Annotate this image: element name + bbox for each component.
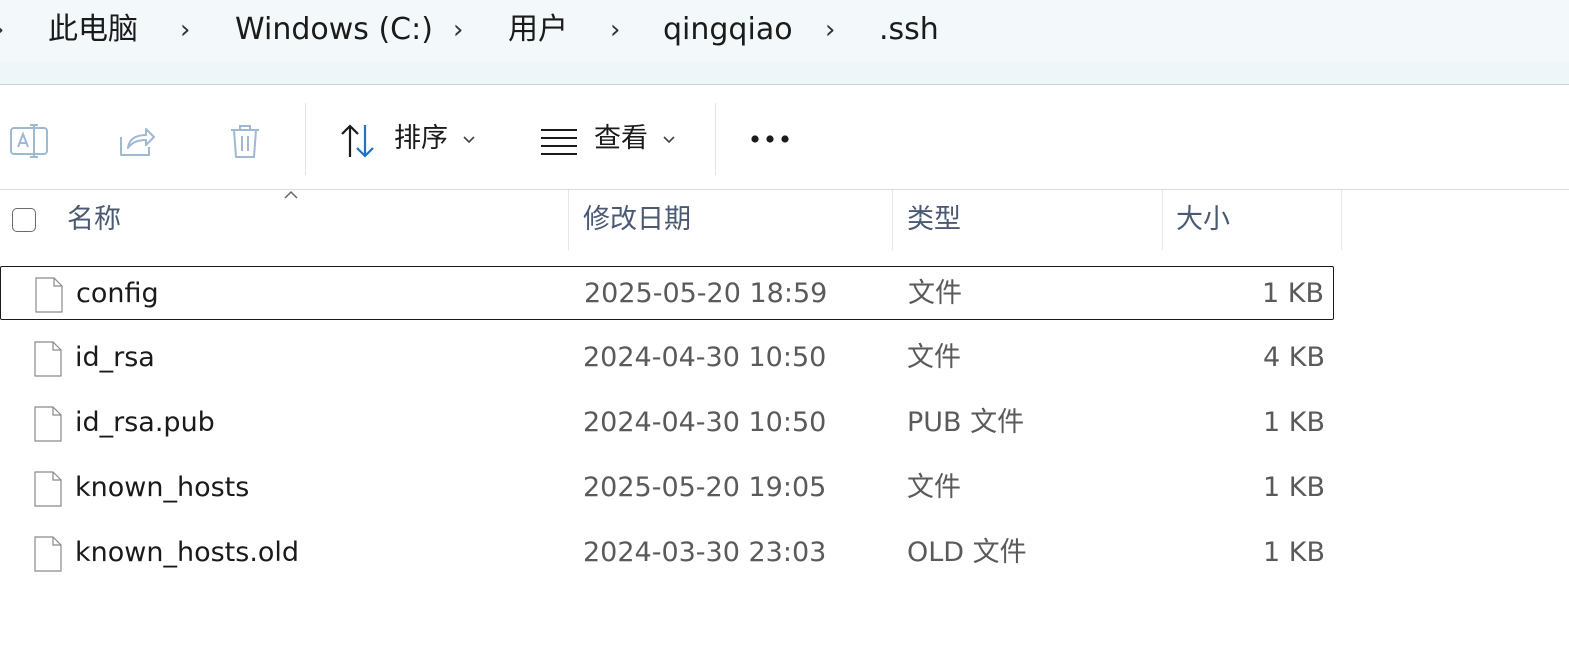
- file-modified: 2024-04-30 10:50: [583, 342, 827, 373]
- file-type: PUB 文件: [907, 407, 1025, 438]
- file-name[interactable]: id_rsa: [75, 338, 155, 378]
- file-row[interactable]: id_rsa 2024-04-30 10:50 文件 4 KB: [0, 331, 1334, 385]
- delete-icon[interactable]: [225, 121, 265, 161]
- rename-icon[interactable]: [9, 121, 49, 161]
- more-options-icon[interactable]: [750, 133, 792, 145]
- command-bar: 排序 查看: [0, 85, 1569, 190]
- column-resize-handle[interactable]: [1341, 190, 1342, 250]
- sort-button[interactable]: 排序: [394, 119, 448, 159]
- file-name[interactable]: id_rsa.pub: [75, 403, 215, 443]
- file-modified: 2024-04-30 10:50: [583, 407, 827, 438]
- file-name[interactable]: known_hosts: [75, 468, 249, 508]
- column-resize-handle[interactable]: [892, 190, 893, 250]
- column-header-modified[interactable]: 修改日期: [583, 200, 691, 240]
- breadcrumb-item-drive-c[interactable]: Windows (C:): [235, 10, 433, 50]
- file-type: 文件: [907, 472, 961, 503]
- view-icon[interactable]: [539, 121, 579, 161]
- select-all-checkbox[interactable]: [12, 208, 36, 232]
- file-icon: [34, 471, 62, 507]
- file-row[interactable]: known_hosts.old 2024-03-30 23:03 OLD 文件 …: [0, 526, 1334, 580]
- file-size: 1 KB: [1263, 472, 1325, 503]
- breadcrumb-separator[interactable]: ›: [825, 10, 835, 50]
- sort-icon[interactable]: [338, 121, 378, 161]
- file-type: OLD 文件: [907, 537, 1027, 568]
- breadcrumb-overflow-chevron[interactable]: ›: [0, 10, 4, 50]
- breadcrumb-item-this-pc[interactable]: 此电脑: [48, 10, 138, 50]
- chevron-down-icon: [463, 136, 475, 144]
- share-icon[interactable]: [117, 121, 157, 161]
- file-icon: [34, 341, 62, 377]
- file-size: 1 KB: [1262, 278, 1324, 309]
- column-header-type[interactable]: 类型: [907, 200, 961, 240]
- breadcrumb-separator[interactable]: ›: [453, 10, 463, 50]
- file-size: 4 KB: [1263, 342, 1325, 373]
- file-icon: [35, 277, 63, 313]
- file-icon: [34, 406, 62, 442]
- file-type: 文件: [908, 278, 962, 309]
- column-header: 名称 修改日期 类型 大小: [0, 190, 1569, 252]
- file-size: 1 KB: [1263, 407, 1325, 438]
- file-type: 文件: [907, 342, 961, 373]
- breadcrumb-separator[interactable]: ›: [610, 10, 620, 50]
- file-name[interactable]: config: [76, 274, 159, 314]
- view-button[interactable]: 查看: [594, 119, 648, 159]
- file-modified: 2025-05-20 19:05: [583, 472, 827, 503]
- column-header-size[interactable]: 大小: [1176, 200, 1230, 240]
- file-row[interactable]: config 2025-05-20 18:59 文件 1 KB: [0, 266, 1334, 320]
- breadcrumb-separator[interactable]: ›: [180, 10, 190, 50]
- file-icon: [34, 536, 62, 572]
- file-modified: 2025-05-20 18:59: [584, 278, 828, 309]
- breadcrumb-item-current-folder[interactable]: .ssh: [879, 10, 939, 50]
- breadcrumb-item-users[interactable]: 用户: [508, 10, 568, 50]
- file-row[interactable]: known_hosts 2025-05-20 19:05 文件 1 KB: [0, 461, 1334, 515]
- column-resize-handle[interactable]: [1162, 190, 1163, 250]
- address-bar: › 此电脑 › Windows (C:) › 用户 › qingqiao › .…: [0, 0, 1569, 85]
- file-size: 1 KB: [1263, 537, 1325, 568]
- column-resize-handle[interactable]: [568, 190, 569, 250]
- toolbar-divider: [305, 103, 306, 175]
- file-name[interactable]: known_hosts.old: [75, 533, 299, 573]
- file-row[interactable]: id_rsa.pub 2024-04-30 10:50 PUB 文件 1 KB: [0, 396, 1334, 450]
- breadcrumb-item-user-folder[interactable]: qingqiao: [663, 10, 793, 50]
- chevron-down-icon: [663, 136, 675, 144]
- sort-ascending-icon: [284, 190, 298, 199]
- toolbar-divider: [715, 103, 716, 175]
- column-header-name[interactable]: 名称: [67, 200, 121, 240]
- file-modified: 2024-03-30 23:03: [583, 537, 827, 568]
